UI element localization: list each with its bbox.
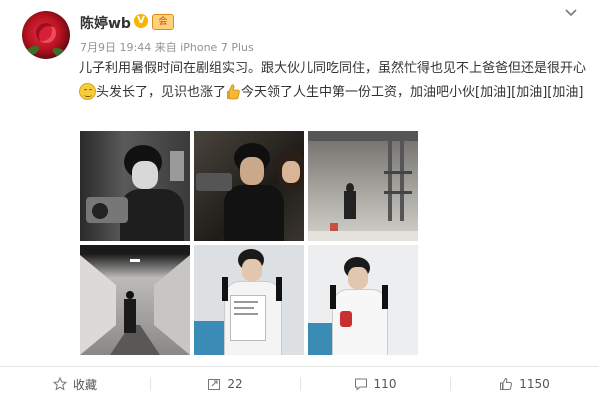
like-count: 1150 (519, 377, 550, 391)
comment-button[interactable]: 110 (300, 367, 450, 401)
comment-count: 110 (373, 377, 397, 391)
member-badge-icon: 会 (152, 14, 174, 30)
like-button[interactable]: 1150 (450, 367, 599, 401)
comment-icon (354, 378, 367, 391)
post-photo-4[interactable] (80, 245, 190, 355)
favorite-button[interactable]: 收藏 (0, 367, 150, 401)
post-meta: 7月9日 19:44 来自 iPhone 7 Plus (80, 39, 254, 55)
post-photo-6[interactable] (308, 245, 418, 355)
post-time[interactable]: 19:44 (120, 41, 152, 54)
post-text-part-2: 头发长了，见识也涨了 (96, 85, 227, 100)
repost-count: 22 (227, 377, 243, 391)
star-icon (52, 377, 67, 391)
smile-emoji-icon (79, 83, 96, 100)
avatar[interactable] (22, 11, 70, 59)
post-text-part-3: 今天领了人生中第一份工资，加油吧小伙[加油][加油][加油] (241, 85, 584, 100)
post-content: 儿子利用暑假时间在剧组实习。跟大伙儿同吃同住，虽然忙得也见不上爸爸但还是很开心头… (79, 57, 589, 105)
repost-icon (208, 379, 221, 390)
favorite-label: 收藏 (72, 377, 97, 392)
post-source: 来自 iPhone 7 Plus (154, 41, 254, 54)
post-photo-1[interactable] (80, 131, 190, 241)
thumbs-up-icon (500, 377, 513, 390)
post-photo-2[interactable] (194, 131, 304, 241)
post-photo-5[interactable] (194, 245, 304, 355)
post-text-part-1: 儿子利用暑假时间在剧组实习。跟大伙儿同吃同住，虽然忙得也见不上爸爸但还是很开心 (79, 61, 587, 76)
repost-button[interactable]: 22 (150, 367, 300, 401)
author-name[interactable]: 陈婷wb (80, 13, 131, 33)
chevron-down-icon[interactable] (565, 6, 577, 21)
post-photo-3[interactable] (308, 131, 418, 241)
verified-badge-icon: V (134, 14, 148, 28)
post-date[interactable]: 7月9日 (80, 41, 116, 54)
thumbs-up-emoji-icon (226, 83, 241, 100)
